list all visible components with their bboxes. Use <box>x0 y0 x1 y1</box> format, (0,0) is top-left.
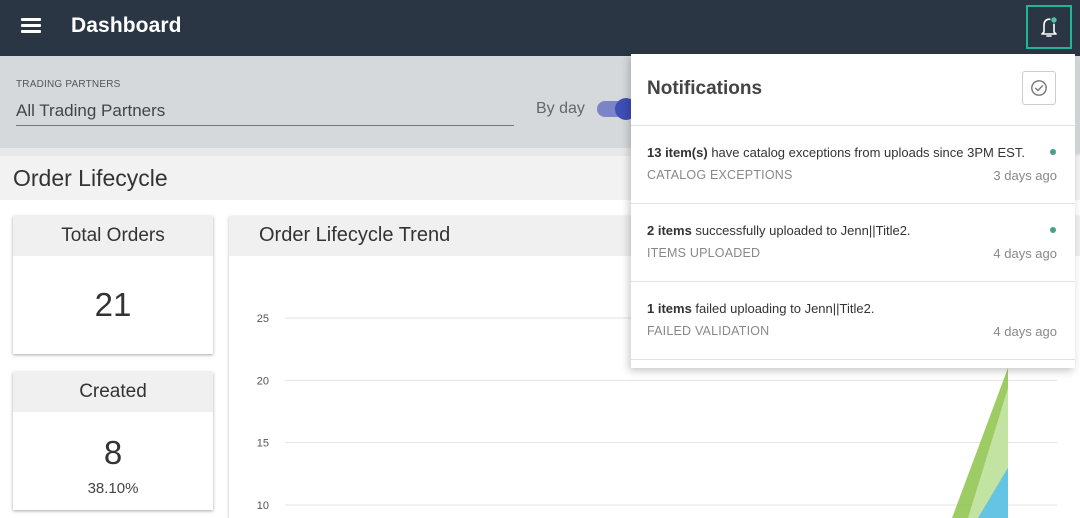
notification-message: 2 items successfully uploaded to Jenn||T… <box>647 223 911 238</box>
top-app-bar: Dashboard <box>0 0 1080 56</box>
total-orders-card: Total Orders 21 <box>13 216 213 354</box>
created-title: Created <box>13 372 213 412</box>
notification-message: 1 items failed uploading to Jenn||Title2… <box>647 301 874 316</box>
trading-partners-select[interactable]: All Trading Partners <box>16 98 514 126</box>
total-orders-title: Total Orders <box>13 216 213 256</box>
page-title: Dashboard <box>71 14 182 37</box>
mark-all-read-button[interactable] <box>1022 71 1056 105</box>
notification-text: successfully uploaded to Jenn||Title2. <box>691 223 911 238</box>
notification-count: 2 items <box>647 223 692 238</box>
section-title: Order Lifecycle <box>13 165 168 191</box>
notifications-header: Notifications <box>631 54 1075 126</box>
notification-time: 3 days ago <box>993 168 1057 183</box>
unread-indicator <box>1050 149 1056 155</box>
y-tick-label: 20 <box>257 375 269 387</box>
notification-item[interactable]: 1 items failed uploading to Jenn||Title2… <box>631 282 1075 360</box>
notification-text: have catalog exceptions from uploads sin… <box>707 145 1025 160</box>
notification-item[interactable]: 2 items successfully uploaded to Jenn||T… <box>631 204 1075 282</box>
y-tick-label: 25 <box>257 313 269 325</box>
check-circle-icon <box>1031 80 1047 96</box>
notification-count: 1 items <box>647 301 692 316</box>
trend-title: Order Lifecycle Trend <box>259 224 451 246</box>
total-orders-value: 21 <box>94 286 132 323</box>
notifications-title: Notifications <box>647 78 763 99</box>
created-percent: 38.10% <box>87 480 139 497</box>
scrollbar[interactable] <box>1075 60 1080 154</box>
created-card: Created 8 38.10% <box>13 372 213 510</box>
notification-item[interactable]: 13 item(s) have catalog exceptions from … <box>631 126 1075 204</box>
notification-category: CATALOG EXCEPTIONS <box>647 168 793 182</box>
unread-indicator <box>1050 227 1056 233</box>
notifications-button[interactable] <box>1026 5 1072 49</box>
hamburger-icon[interactable] <box>21 17 41 33</box>
notifications-panel: Notifications 13 item(s) have catalog ex… <box>631 54 1075 368</box>
created-value: 8 <box>103 434 123 471</box>
notification-time: 4 days ago <box>993 324 1057 339</box>
notification-text: failed uploading to Jenn||Title2. <box>691 301 875 316</box>
notification-count: 13 item(s) <box>647 145 708 160</box>
trading-partners-label: TRADING PARTNERS <box>16 79 121 90</box>
notification-category: ITEMS UPLOADED <box>647 246 761 260</box>
y-tick-label: 15 <box>257 438 269 450</box>
by-day-label: By day <box>536 100 585 117</box>
notification-category: FAILED VALIDATION <box>647 324 770 338</box>
notification-message: 13 item(s) have catalog exceptions from … <box>647 145 1025 160</box>
y-tick-label: 10 <box>257 500 269 512</box>
bell-icon <box>1041 16 1058 37</box>
notification-time: 4 days ago <box>993 246 1057 261</box>
